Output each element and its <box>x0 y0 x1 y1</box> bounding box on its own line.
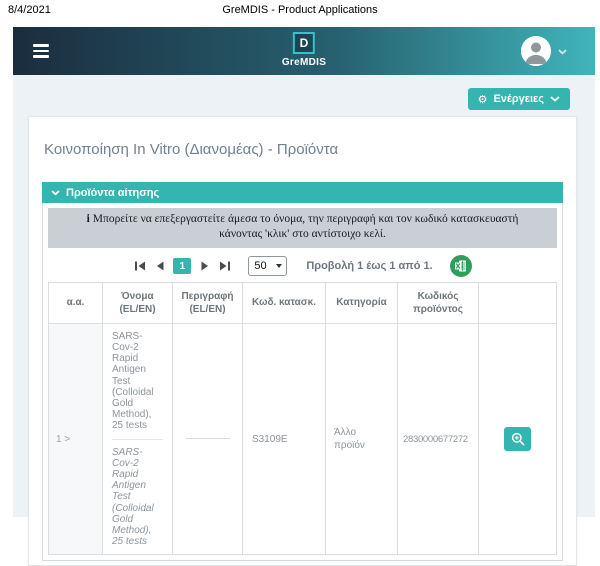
last-page-icon[interactable] <box>218 260 231 272</box>
cell-product-name[interactable]: SARS-Cov-2 Rapid Antigen Test (Colloidal… <box>103 323 173 554</box>
brand-name: GreMDIS <box>282 57 326 68</box>
table-row: 1 > SARS-Cov-2 Rapid Antigen Test (Collo… <box>49 323 557 554</box>
actions-button[interactable]: ⚙ Ενέργειες <box>468 88 570 110</box>
select-caret-icon <box>276 264 282 268</box>
magnifier-icon <box>511 432 525 446</box>
info-icon: i <box>87 213 90 225</box>
prev-page-icon[interactable] <box>153 260 166 272</box>
chevron-down-icon <box>51 190 60 196</box>
top-navbar: D GreMDIS <box>13 27 595 75</box>
product-name-el: SARS-Cov-2 Rapid Antigen Test (Colloidal… <box>112 331 163 432</box>
col-header-category: Κατηγορία <box>326 282 398 323</box>
col-header-product-code: Κωδικός προϊόντος <box>398 282 479 323</box>
cogs-icon: ⚙ <box>478 94 488 105</box>
chevron-down-icon <box>558 42 567 60</box>
pagination-bar: 1 50 Προβολή 1 έως 1 από 1. <box>48 255 557 277</box>
content-card: Κοινοποίηση In Vitro (Διανομέας) - Προϊό… <box>28 116 577 566</box>
export-excel-button[interactable] <box>450 255 472 277</box>
avatar <box>521 36 551 66</box>
first-page-icon[interactable] <box>133 260 146 272</box>
actions-row: ⚙ Ενέργειες <box>13 75 595 116</box>
cell-actions <box>479 323 557 554</box>
app-page: D GreMDIS ⚙ Ενέργειες Κοινοποίηση In V <box>13 27 595 517</box>
product-name-en: SARS-Cov-2 Rapid Antigen Test (Colloidal… <box>112 447 163 548</box>
logo-d-icon: D <box>293 32 315 54</box>
page-size-select[interactable]: 50 <box>248 256 287 276</box>
menu-icon[interactable] <box>33 44 49 58</box>
cell-row-index[interactable]: 1 > <box>49 323 103 554</box>
brand-logo[interactable]: D GreMDIS <box>282 32 326 68</box>
panel-body: iΜπορείτε να επεξεργαστείτε άμεσα το όνο… <box>42 203 563 561</box>
page-size-value: 50 <box>254 260 266 272</box>
cell-description[interactable] <box>173 323 243 554</box>
view-details-button[interactable] <box>504 427 531 451</box>
col-header-description: Περιγραφή (EL/EN) <box>173 282 243 323</box>
products-table: α.α. Όνομα (EL/EN) Περιγραφή (EL/EN) Κωδ… <box>48 282 557 555</box>
current-page-button[interactable]: 1 <box>173 258 191 274</box>
cell-category: Άλλο προϊόν <box>326 323 398 554</box>
table-header-row: α.α. Όνομα (EL/EN) Περιγραφή (EL/EN) Κωδ… <box>49 282 557 323</box>
panel-header-products[interactable]: Προϊόντα αίτησης <box>42 182 563 203</box>
actions-button-label: Ενέργειες <box>493 93 544 105</box>
empty-description-line <box>186 438 230 439</box>
page-title: Κοινοποίηση In Vitro (Διανομέας) - Προϊό… <box>44 141 563 158</box>
user-menu[interactable] <box>521 36 567 66</box>
info-message: iΜπορείτε να επεξεργαστείτε άμεσα το όνο… <box>48 208 557 248</box>
chevron-down-icon <box>550 96 560 102</box>
panel-title: Προϊόντα αίτησης <box>66 187 159 199</box>
cell-manufacturer-code[interactable]: S3109E <box>243 323 326 554</box>
print-page-title: GreMDIS - Product Applications <box>0 4 600 16</box>
next-page-icon[interactable] <box>198 260 211 272</box>
col-header-index: α.α. <box>49 282 103 323</box>
col-header-name: Όνομα (EL/EN) <box>103 282 173 323</box>
info-text: Μπορείτε να επεξεργαστείτε άμεσα το όνομ… <box>93 213 519 240</box>
col-header-actions <box>479 282 557 323</box>
cell-product-code: 2830000677272 <box>398 323 479 554</box>
col-header-manufacturer-code: Κωδ. κατασκ. <box>243 282 326 323</box>
name-divider <box>112 439 163 440</box>
pagination-summary: Προβολή 1 έως 1 από 1. <box>306 260 432 272</box>
excel-icon <box>450 255 472 277</box>
